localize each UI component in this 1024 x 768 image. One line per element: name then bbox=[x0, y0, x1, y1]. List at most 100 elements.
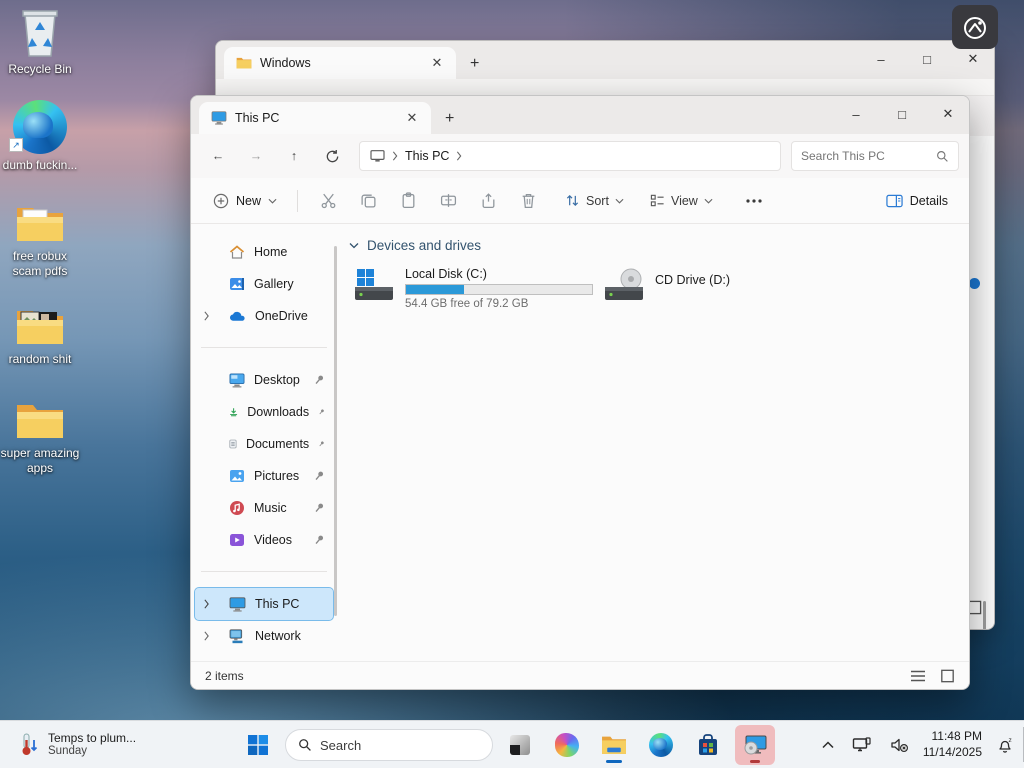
sidebar-item-this-pc[interactable]: This PC bbox=[194, 587, 334, 621]
rename-button[interactable] bbox=[428, 185, 468, 217]
new-button-label: New bbox=[236, 193, 262, 208]
new-tab-button[interactable]: + bbox=[445, 110, 454, 128]
network-tray-icon[interactable] bbox=[848, 733, 876, 758]
back-window-scrollbar[interactable] bbox=[983, 601, 986, 629]
edge-logo-icon: ↗ bbox=[9, 100, 67, 154]
devices-and-drives-group[interactable]: Devices and drives bbox=[349, 238, 969, 253]
microsoft-store-button[interactable] bbox=[688, 725, 728, 765]
gallery-icon bbox=[230, 278, 244, 290]
tray-date: 11/14/2025 bbox=[922, 745, 982, 759]
task-view-button[interactable] bbox=[500, 725, 540, 765]
tray-clock[interactable]: 11:48 PM 11/14/2025 bbox=[923, 729, 982, 760]
this-pc-monitor-icon bbox=[370, 149, 385, 162]
this-pc-tab[interactable]: This PC ✕ bbox=[199, 102, 431, 134]
tray-overflow-chevron[interactable] bbox=[818, 737, 838, 753]
share-button[interactable] bbox=[468, 185, 508, 217]
sidebar-item-pictures[interactable]: Pictures bbox=[195, 460, 333, 492]
notification-bell-icon[interactable]: z bbox=[992, 732, 1018, 758]
back-button[interactable]: ← bbox=[201, 141, 235, 171]
edge-icon bbox=[649, 733, 673, 757]
drive-item-cd-drive-d[interactable]: CD Drive (D:) bbox=[599, 263, 736, 314]
folder-icon bbox=[236, 57, 252, 69]
close-button[interactable]: ✕ bbox=[933, 102, 963, 126]
desktop-icon-recycle-bin[interactable]: Recycle Bin bbox=[0, 8, 80, 77]
back-window-tab[interactable]: Windows ✕ bbox=[224, 47, 456, 79]
address-bar: ← → ↑ This PC Search This PC bbox=[191, 134, 969, 178]
close-button[interactable]: ✕ bbox=[958, 47, 988, 71]
sidebar-item-network[interactable]: Network bbox=[195, 620, 333, 652]
sidebar-item-documents[interactable]: Documents bbox=[195, 428, 333, 460]
task-view-icon bbox=[510, 735, 530, 755]
list-view-toggle[interactable] bbox=[910, 669, 926, 683]
sidebar-item-desktop[interactable]: Desktop bbox=[195, 364, 333, 396]
sort-button[interactable]: Sort bbox=[556, 187, 633, 214]
search-icon bbox=[299, 739, 311, 751]
delete-button[interactable] bbox=[508, 185, 548, 217]
volume-muted-tray-icon[interactable] bbox=[886, 733, 913, 757]
sidebar-item-home[interactable]: Home bbox=[195, 236, 333, 268]
search-input[interactable]: Search This PC bbox=[791, 141, 959, 171]
file-explorer-icon bbox=[602, 736, 626, 754]
desktop-icon-super-amazing-apps-folder[interactable]: super amazing apps bbox=[0, 400, 80, 476]
refresh-button[interactable] bbox=[315, 141, 349, 171]
expand-chevron-icon[interactable] bbox=[203, 599, 210, 609]
sort-button-label: Sort bbox=[586, 193, 609, 208]
thumbnail-view-toggle[interactable] bbox=[940, 669, 955, 683]
new-tab-button[interactable]: + bbox=[470, 55, 479, 73]
view-button[interactable]: View bbox=[641, 187, 722, 214]
new-button[interactable]: New bbox=[203, 187, 287, 215]
running-indicator bbox=[606, 760, 622, 763]
paste-button[interactable] bbox=[388, 185, 428, 217]
edge-button[interactable] bbox=[641, 725, 681, 765]
sidebar-item-downloads[interactable]: Downloads bbox=[195, 396, 333, 428]
recycle-bin-icon bbox=[22, 10, 58, 57]
up-button[interactable]: ↑ bbox=[277, 141, 311, 171]
desktop-icon-free-robux-folder[interactable]: free robux scam pdfs bbox=[0, 203, 80, 279]
windows-logo-icon bbox=[248, 735, 268, 755]
breadcrumb-this-pc[interactable]: This PC bbox=[405, 149, 449, 163]
explorer-window-this-pc[interactable]: This PC ✕ + – □ ✕ ← → ↑ This PC Search T… bbox=[190, 95, 970, 690]
tab-close-button[interactable]: ✕ bbox=[403, 109, 421, 127]
trash-icon bbox=[522, 194, 534, 209]
taskbar-search[interactable]: Search bbox=[285, 729, 493, 761]
music-icon bbox=[230, 501, 244, 515]
svg-text:z: z bbox=[1009, 737, 1012, 744]
desktop-icon-edge-shortcut[interactable]: ↗ dumb fuckin... bbox=[0, 100, 80, 173]
tab-close-button[interactable]: ✕ bbox=[428, 54, 446, 72]
onedrive-status-icon bbox=[969, 278, 980, 289]
documents-icon bbox=[229, 439, 237, 449]
copilot-icon bbox=[555, 733, 579, 757]
active-disc-app-button[interactable] bbox=[735, 725, 775, 765]
back-window-addressbar bbox=[216, 79, 994, 96]
sidebar-item-videos[interactable]: Videos bbox=[195, 524, 333, 556]
copilot-button[interactable] bbox=[547, 725, 587, 765]
collapse-chevron-icon[interactable] bbox=[349, 242, 359, 249]
speaker-mute-icon bbox=[891, 738, 908, 753]
forward-button[interactable]: → bbox=[239, 141, 273, 171]
drive-item-local-disk-c[interactable]: Local Disk (C:) 54.4 GB free of 79.2 GB bbox=[349, 263, 599, 314]
minimize-button[interactable]: – bbox=[866, 47, 896, 71]
desktop-icon-random-shit-folder[interactable]: random shit bbox=[0, 306, 80, 367]
maximize-button[interactable]: □ bbox=[912, 47, 942, 71]
chevron-right-icon bbox=[457, 151, 462, 161]
file-explorer-button[interactable] bbox=[594, 725, 634, 765]
local-disk-icon bbox=[355, 269, 393, 300]
widgets-button[interactable]: Temps to plum... Sunday bbox=[10, 721, 144, 768]
minimize-button[interactable]: – bbox=[841, 102, 871, 126]
sidebar-item-music[interactable]: Music bbox=[195, 492, 333, 524]
sidebar-item-onedrive[interactable]: OneDrive bbox=[195, 300, 333, 332]
start-button[interactable] bbox=[238, 725, 278, 765]
copy-button[interactable] bbox=[348, 185, 388, 217]
expand-chevron-icon[interactable] bbox=[203, 311, 210, 321]
expand-chevron-icon[interactable] bbox=[203, 631, 210, 641]
widget-subtext: Sunday bbox=[48, 745, 88, 758]
command-bar: New Sort View Details bbox=[191, 178, 969, 224]
widget-headline: Temps to plum... bbox=[48, 730, 137, 745]
details-button[interactable]: Details bbox=[877, 188, 957, 214]
sidebar-item-gallery[interactable]: Gallery bbox=[195, 268, 333, 300]
cut-button[interactable] bbox=[308, 185, 348, 217]
maximize-button[interactable]: □ bbox=[887, 102, 917, 126]
view-icon bbox=[650, 194, 664, 207]
address-input[interactable]: This PC bbox=[359, 141, 781, 171]
more-options-button[interactable] bbox=[734, 185, 774, 217]
